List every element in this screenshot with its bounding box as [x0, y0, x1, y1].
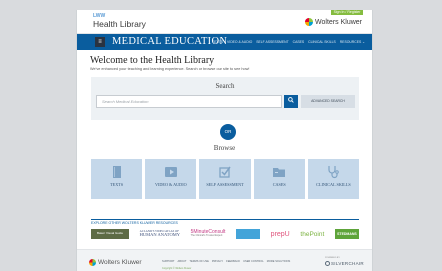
footer-links: SUPPORT ABOUT TERMS OF USE PRIVACY FEEDB… — [162, 260, 290, 263]
nav-links: TEXTS VIDEO & AUDIO SELF ASSESSMENT CASE… — [212, 40, 365, 44]
resource-logos: Bates' Visual Guide ACLAND'S VIDEO ATLAS… — [91, 228, 359, 240]
footer-link-privacy[interactable]: PRIVACY — [212, 260, 223, 263]
or-divider: OR — [220, 124, 236, 140]
sign-in-button[interactable]: Sign In / Register — [331, 10, 363, 15]
browse-tile-video-audio[interactable]: VIDEO & AUDIO — [145, 159, 197, 199]
footer-link-more-solutions[interactable]: MORE SOLUTIONS — [267, 260, 291, 263]
wk-mark-icon — [305, 18, 314, 26]
footer-link-user-control[interactable]: USER CONTROL — [243, 260, 264, 263]
health-library-logo[interactable]: LWW Health Library — [93, 14, 146, 29]
tile-label: SELF ASSESSMENT — [206, 182, 244, 187]
tile-label: CLINICAL SKILLS — [316, 182, 351, 187]
site-title[interactable]: MEDICAL EDUCATION — [112, 36, 227, 47]
silverchair-logo[interactable]: SILVERCHAIR — [325, 261, 364, 266]
welcome-subtitle: We've enhanced your teaching and learnin… — [90, 67, 250, 71]
tile-label: VIDEO & AUDIO — [154, 182, 187, 187]
search-icon — [288, 97, 294, 104]
nav-link-clinical-skills[interactable]: CLINICAL SKILLS — [308, 40, 336, 44]
nav-link-self-assessment[interactable]: SELF ASSESSMENT — [256, 40, 288, 44]
footer-link-about[interactable]: ABOUT — [178, 260, 187, 263]
nav-link-resources[interactable]: RESOURCES ⌄ — [340, 40, 365, 44]
book-icon — [112, 166, 121, 178]
welcome-title: Welcome to the Health Library — [90, 55, 215, 66]
checkbox-icon — [219, 166, 231, 178]
wk-logo-text: Wolters Kluwer — [315, 18, 362, 26]
page-container: LWW Health Library Sign In / Register Wo… — [76, 10, 373, 271]
footer: Wolters Kluwer SUPPORT ABOUT TERMS OF US… — [77, 249, 372, 271]
nav-link-texts[interactable]: TEXTS — [212, 40, 223, 44]
explore-divider — [91, 219, 359, 220]
wolters-kluwer-logo[interactable]: Wolters Kluwer — [305, 18, 362, 26]
browse-tile-cases[interactable]: CASES — [253, 159, 305, 199]
advanced-search-button[interactable]: ADVANCED SEARCH — [301, 95, 355, 108]
silverchair-mark-icon — [325, 261, 330, 266]
tile-label: CASES — [272, 182, 286, 187]
footer-link-terms[interactable]: TERMS OF USE — [189, 260, 208, 263]
main-nav: ≡ MEDICAL EDUCATION TEXTS VIDEO & AUDIO … — [77, 34, 372, 50]
anatomy-big-text: HUMAN ANATOMY — [139, 232, 180, 238]
resource-5minute-logo[interactable]: 5MinuteConsult The Clinical's Trusted Ex… — [191, 230, 226, 238]
copyright-text: Copyright © Wolters Kluwer — [162, 267, 192, 270]
nav-link-cases[interactable]: CASES — [293, 40, 305, 44]
wk-mark-icon — [89, 259, 96, 266]
search-button[interactable] — [284, 95, 298, 108]
brand-name: Health Library — [93, 19, 146, 29]
nav-link-video-audio[interactable]: VIDEO & AUDIO — [227, 40, 252, 44]
search-panel: Search Search Medical Education ADVANCED… — [91, 77, 359, 120]
resource-stedmans-logo[interactable]: STEDMANS — [334, 229, 359, 239]
video-play-icon — [164, 167, 177, 177]
powered-by-label: POWERED BY — [325, 257, 340, 259]
browse-tiles: TEXTS VIDEO & AUDIO SELF ASSESSMENT CASE… — [91, 159, 360, 199]
resource-ovid-logo[interactable] — [236, 229, 261, 239]
search-heading: Search — [215, 82, 235, 90]
five-minute-subtext: The Clinical's Trusted Expert — [190, 234, 223, 238]
browse-tile-clinical-skills[interactable]: CLINICAL SKILLS — [307, 159, 360, 199]
tile-label: TEXTS — [110, 182, 124, 187]
resource-bates-logo[interactable]: Bates' Visual Guide — [91, 229, 129, 239]
silverchair-text: SILVERCHAIR — [331, 261, 364, 266]
browse-tile-texts[interactable]: TEXTS — [91, 159, 143, 199]
browse-tile-self-assessment[interactable]: SELF ASSESSMENT — [199, 159, 251, 199]
stethoscope-icon — [328, 166, 340, 179]
browse-heading: Browse — [213, 144, 236, 152]
menu-icon[interactable]: ≡ — [95, 37, 105, 47]
search-input[interactable]: Search Medical Education — [96, 95, 282, 108]
folder-icon — [273, 168, 286, 177]
footer-link-support[interactable]: SUPPORT — [162, 260, 175, 263]
footer-link-feedback[interactable]: FEEDBACK — [226, 260, 240, 263]
resource-anatomy-logo[interactable]: ACLAND'S VIDEO ATLAS OF HUMAN ANATOMY — [139, 229, 180, 238]
footer-wk-logo[interactable]: Wolters Kluwer — [89, 259, 142, 266]
top-header: LWW Health Library Sign In / Register Wo… — [77, 10, 372, 34]
resource-prepu-logo[interactable]: prepU — [271, 231, 290, 238]
footer-wk-text: Wolters Kluwer — [98, 259, 142, 266]
resource-thepoint-logo[interactable]: thePoint — [300, 231, 324, 238]
explore-resources-label: EXPLORE OTHER WOLTERS KLUWER RESOURCES — [91, 221, 178, 225]
